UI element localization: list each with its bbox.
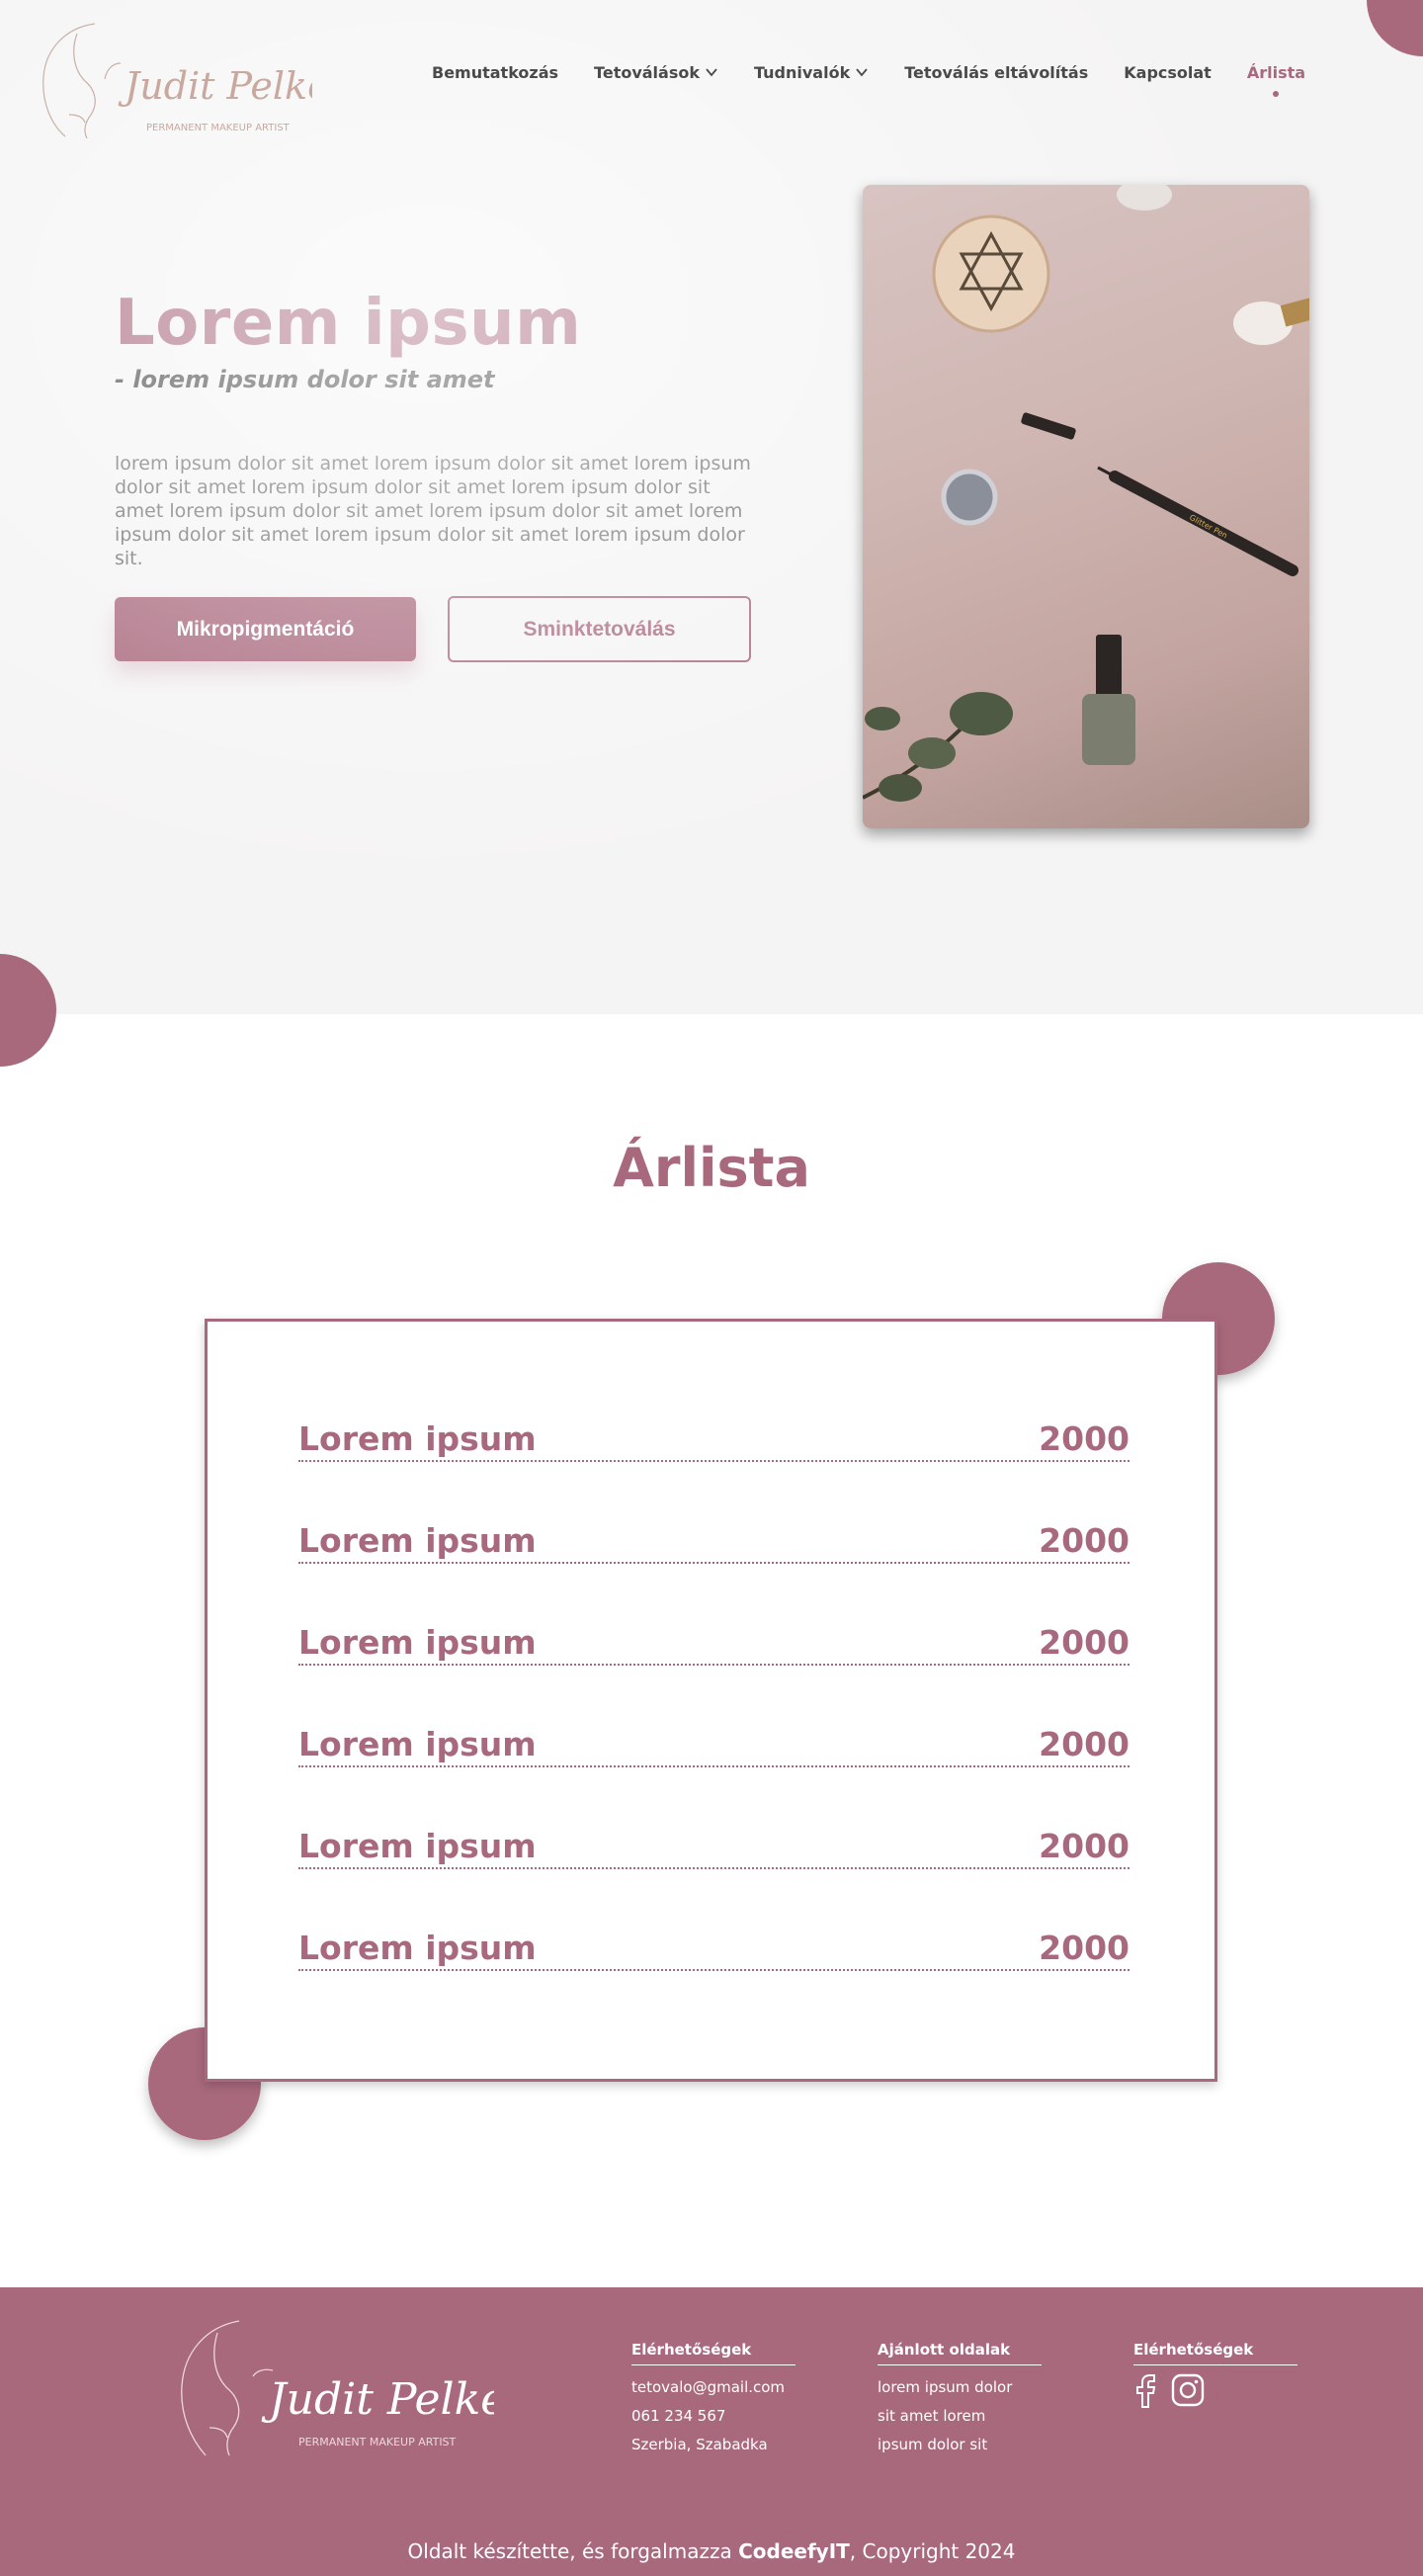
credit-suffix: , Copyright 2024	[849, 2539, 1016, 2563]
nav-item-arlista[interactable]: Árlista	[1246, 62, 1306, 97]
hero-description: lorem ipsum dolor sit amet lorem ipsum d…	[115, 453, 751, 569]
makeup-flatlay-illustration: Glitter Pen	[863, 185, 1309, 802]
logo-tagline: PERMANENT MAKEUP ARTIST	[146, 123, 291, 133]
hero-section: Judit Pelker PERMANENT MAKEUP ARTIST Bem…	[0, 0, 1423, 1014]
pricelist-title: Árlista	[613, 1137, 810, 1199]
footer-link[interactable]: ipsum dolor sit	[878, 2431, 1042, 2459]
price-item-value: 2000	[1039, 1521, 1130, 1560]
footer-social-column: Elérhetőségek	[1133, 2341, 1297, 2409]
price-row: Lorem ipsum 2000	[298, 1419, 1130, 1462]
footer-phone[interactable]: 061 234 567	[631, 2402, 795, 2431]
price-row: Lorem ipsum 2000	[298, 1929, 1130, 1971]
footer-address: Szerbia, Szabadka	[631, 2436, 768, 2453]
footer-link[interactable]: sit amet lorem	[878, 2402, 1042, 2431]
nav-item-tetovalas-eltavolitas[interactable]: Tetoválás eltávolítás	[904, 63, 1088, 82]
price-row: Lorem ipsum 2000	[298, 1827, 1130, 1869]
credit-prefix: Oldalt készítette, és forgalmazza	[407, 2539, 739, 2563]
logo-tagline: PERMANENT MAKEUP ARTIST	[298, 2436, 457, 2448]
nav-label: Tudnivalók	[754, 62, 851, 82]
logo-signature: Judit Pelker	[261, 2374, 494, 2425]
footer-contact-heading: Elérhetőségek	[631, 2341, 795, 2365]
price-item-name: Lorem ipsum	[298, 1827, 537, 1865]
footer-social-heading: Elérhetőségek	[1133, 2341, 1297, 2365]
instagram-icon[interactable]	[1171, 2373, 1205, 2407]
price-item-value: 2000	[1039, 1623, 1130, 1662]
social-links	[1133, 2373, 1297, 2409]
facebook-icon[interactable]	[1133, 2373, 1159, 2409]
brand-logo[interactable]: Judit Pelker PERMANENT MAKEUP ARTIST	[26, 20, 351, 142]
nav-label: Tetoválás eltávolítás	[904, 62, 1089, 82]
decorative-circle	[1367, 0, 1423, 56]
price-item-value: 2000	[1039, 1827, 1130, 1865]
sminktetovalas-button[interactable]: Sminktetoválás	[448, 596, 751, 662]
pricelist-card: Lorem ipsum 2000 Lorem ipsum 2000 Lorem …	[205, 1319, 1217, 2082]
footer-link[interactable]: lorem ipsum dolor	[878, 2373, 1042, 2402]
price-item-name: Lorem ipsum	[298, 1929, 537, 1967]
nav-item-tetovalasok[interactable]: Tetoválások	[594, 63, 718, 82]
footer-recommended-heading: Ajánlott oldalak	[878, 2341, 1042, 2365]
mikropigmentacio-button[interactable]: Mikropigmentáció	[115, 597, 416, 661]
chevron-down-icon	[856, 68, 868, 77]
footer-credit: Oldalt készítette, és forgalmazza Codeef…	[0, 2539, 1423, 2563]
price-item-name: Lorem ipsum	[298, 1521, 537, 1560]
chevron-down-icon	[706, 68, 717, 77]
price-item-name: Lorem ipsum	[298, 1725, 537, 1763]
price-item-name: Lorem ipsum	[298, 1419, 537, 1458]
logo-signature: Judit Pelker	[118, 64, 312, 108]
nav-label: Tetoválások	[594, 62, 700, 82]
price-row: Lorem ipsum 2000	[298, 1623, 1130, 1666]
credit-brand[interactable]: CodeefyIT	[738, 2539, 850, 2563]
nav-item-tudnivalok[interactable]: Tudnivalók	[754, 63, 869, 82]
price-item-name: Lorem ipsum	[298, 1623, 537, 1662]
hero-makeup-photo: Glitter Pen	[863, 185, 1309, 828]
price-item-value: 2000	[1039, 1929, 1130, 1967]
price-item-value: 2000	[1039, 1725, 1130, 1763]
footer-email[interactable]: tetovalo@gmail.com	[631, 2373, 795, 2402]
logo-face-sketch: Judit Pelker PERMANENT MAKEUP ARTIST	[181, 2320, 530, 2456]
price-row: Lorem ipsum 2000	[298, 1521, 1130, 1564]
price-row: Lorem ipsum 2000	[298, 1725, 1130, 1767]
nav-label: Bemutatkozás	[432, 62, 559, 82]
footer-recommended-column: Ajánlott oldalak lorem ipsum dolor sit a…	[878, 2341, 1042, 2459]
hero-subtitle: - lorem ipsum dolor sit amet	[115, 366, 495, 393]
pen-label: Glitter Pen	[1188, 513, 1228, 541]
site-footer: Judit Pelker PERMANENT MAKEUP ARTIST Elé…	[0, 2287, 1423, 2576]
price-item-value: 2000	[1039, 1419, 1130, 1458]
main-nav: Bemutatkozás Tetoválások Tudnivalók Teto…	[432, 59, 1341, 97]
logo-face-sketch: Judit Pelker PERMANENT MAKEUP ARTIST	[42, 23, 351, 139]
footer-logo[interactable]: Judit Pelker PERMANENT MAKEUP ARTIST	[158, 2317, 530, 2460]
nav-item-kapcsolat[interactable]: Kapcsolat	[1124, 63, 1212, 82]
nav-label: Árlista	[1246, 62, 1306, 82]
footer-contact-column: Elérhetőségek tetovalo@gmail.com 061 234…	[631, 2341, 795, 2459]
nav-label: Kapcsolat	[1124, 62, 1212, 82]
hero-title: Lorem ipsum	[115, 287, 582, 360]
nav-item-bemutatkozas[interactable]: Bemutatkozás	[432, 63, 558, 82]
